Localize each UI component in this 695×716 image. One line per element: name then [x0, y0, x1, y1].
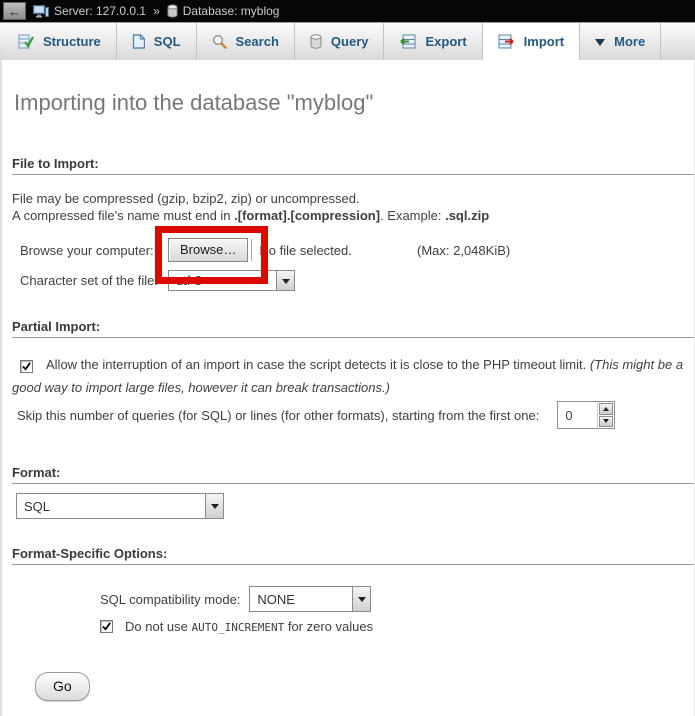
main-content: Importing into the database "myblog" Fil… — [0, 60, 695, 716]
chevron-down-icon — [211, 504, 219, 513]
section-heading-format: Format: — [12, 465, 694, 484]
auto-increment-checkbox[interactable] — [100, 620, 113, 633]
back-button[interactable]: ← — [3, 2, 26, 20]
browse-row: Browse your computer: Browse… No file se… — [20, 237, 694, 263]
allow-interruption-checkbox[interactable] — [20, 360, 33, 373]
spinner-buttons — [597, 402, 614, 428]
search-icon — [212, 34, 227, 49]
database-icon — [167, 4, 178, 18]
allow-interruption-label: Allow the interruption of an import in c… — [46, 357, 590, 372]
check-icon — [102, 622, 111, 631]
query-icon — [310, 34, 322, 49]
tab-label: Import — [524, 34, 564, 49]
section-heading-partial-import: Partial Import: — [12, 319, 694, 338]
breadcrumb-bar: ← Server: 127.0.0.1 » Database: myblog — [0, 0, 695, 22]
tab-search[interactable]: Search — [197, 23, 295, 60]
autoinc-suffix: for zero values — [284, 619, 373, 634]
file-naming-mid: . Example: — [380, 208, 445, 223]
section-heading-file-to-import: File to Import: — [12, 156, 694, 175]
chevron-down-icon — [595, 39, 605, 51]
server-icon — [33, 5, 49, 18]
sql-compatibility-select[interactable]: NONE — [249, 586, 371, 612]
no-file-selected-text: No file selected. — [259, 243, 352, 258]
skip-queries-row: Skip this number of queries (for SQL) or… — [17, 401, 694, 429]
chevron-down-icon — [282, 279, 290, 288]
tabbar-filler — [661, 23, 695, 60]
autoinc-prefix: Do not use — [125, 619, 192, 634]
sql-icon — [132, 34, 145, 49]
chevron-up-icon — [603, 404, 609, 411]
check-icon — [22, 362, 31, 371]
sql-compatibility-value: NONE — [250, 587, 352, 611]
file-naming-prefix: A compressed file's name must end in — [12, 208, 234, 223]
page-title: Importing into the database "myblog" — [14, 90, 694, 116]
format-selected-value: SQL — [17, 494, 205, 518]
charset-row: Character set of the file: utf-8 — [20, 270, 694, 291]
tab-structure[interactable]: Structure — [3, 23, 117, 60]
tab-bar: Structure SQL Search Query Export — [0, 22, 695, 60]
max-upload-size: (Max: 2,048KiB) — [417, 243, 510, 258]
breadcrumb-server-link[interactable]: Server: 127.0.0.1 — [54, 4, 146, 18]
charset-selected-value: utf-8 — [169, 271, 276, 290]
browse-label: Browse your computer: — [20, 243, 168, 258]
file-naming-note: A compressed file's name must end in .[f… — [12, 207, 694, 224]
file-input-divider — [251, 239, 252, 261]
tab-label: SQL — [154, 34, 181, 49]
format-dropdown-button[interactable] — [205, 494, 223, 518]
tab-export[interactable]: Export — [384, 23, 482, 60]
file-compression-note: File may be compressed (gzip, bzip2, zip… — [12, 190, 694, 207]
breadcrumb: Server: 127.0.0.1 » Database: myblog — [33, 4, 279, 18]
file-upload-input: Browse… No file selected. — [168, 238, 352, 262]
compat-dropdown-button[interactable] — [352, 587, 370, 611]
go-button[interactable]: Go — [35, 672, 90, 701]
file-naming-example: .sql.zip — [445, 208, 489, 223]
chevron-down-icon — [603, 419, 609, 426]
format-select[interactable]: SQL — [16, 493, 224, 519]
browse-button[interactable]: Browse… — [168, 238, 248, 262]
sql-compatibility-row: SQL compatibility mode: NONE — [100, 586, 694, 612]
tab-label: More — [614, 34, 645, 49]
tab-sql[interactable]: SQL — [117, 23, 197, 60]
tab-import[interactable]: Import — [483, 23, 580, 60]
file-naming-pattern: .[format].[compression] — [234, 208, 380, 223]
export-icon — [399, 34, 416, 49]
sql-compatibility-label: SQL compatibility mode: — [100, 592, 240, 607]
section-heading-format-options: Format-Specific Options: — [12, 546, 694, 565]
skip-queries-label: Skip this number of queries (for SQL) or… — [17, 408, 539, 423]
tab-label: Search — [236, 34, 279, 49]
tab-label: Structure — [43, 34, 101, 49]
spinner-down-button[interactable] — [599, 416, 613, 428]
charset-dropdown-button[interactable] — [276, 271, 294, 290]
auto-increment-row: Do not use AUTO_INCREMENT for zero value… — [100, 619, 694, 634]
tab-query[interactable]: Query — [295, 23, 385, 60]
charset-select[interactable]: utf-8 — [168, 270, 295, 291]
chevron-down-icon — [358, 597, 366, 606]
tab-label: Export — [425, 34, 466, 49]
autoinc-code: AUTO_INCREMENT — [192, 621, 285, 634]
structure-icon — [18, 34, 34, 49]
tab-more[interactable]: More — [580, 23, 661, 60]
tab-label: Query — [331, 34, 369, 49]
breadcrumb-database-link[interactable]: Database: myblog — [183, 4, 280, 18]
import-icon — [498, 34, 515, 49]
skip-queries-spinner[interactable]: 0 — [557, 401, 615, 429]
allow-interruption-row: Allow the interruption of an import in c… — [12, 353, 686, 399]
spinner-up-button[interactable] — [599, 403, 613, 415]
breadcrumb-separator: » — [151, 4, 162, 18]
charset-label: Character set of the file: — [20, 273, 168, 288]
auto-increment-label: Do not use AUTO_INCREMENT for zero value… — [125, 619, 373, 634]
skip-queries-value[interactable]: 0 — [558, 402, 597, 428]
